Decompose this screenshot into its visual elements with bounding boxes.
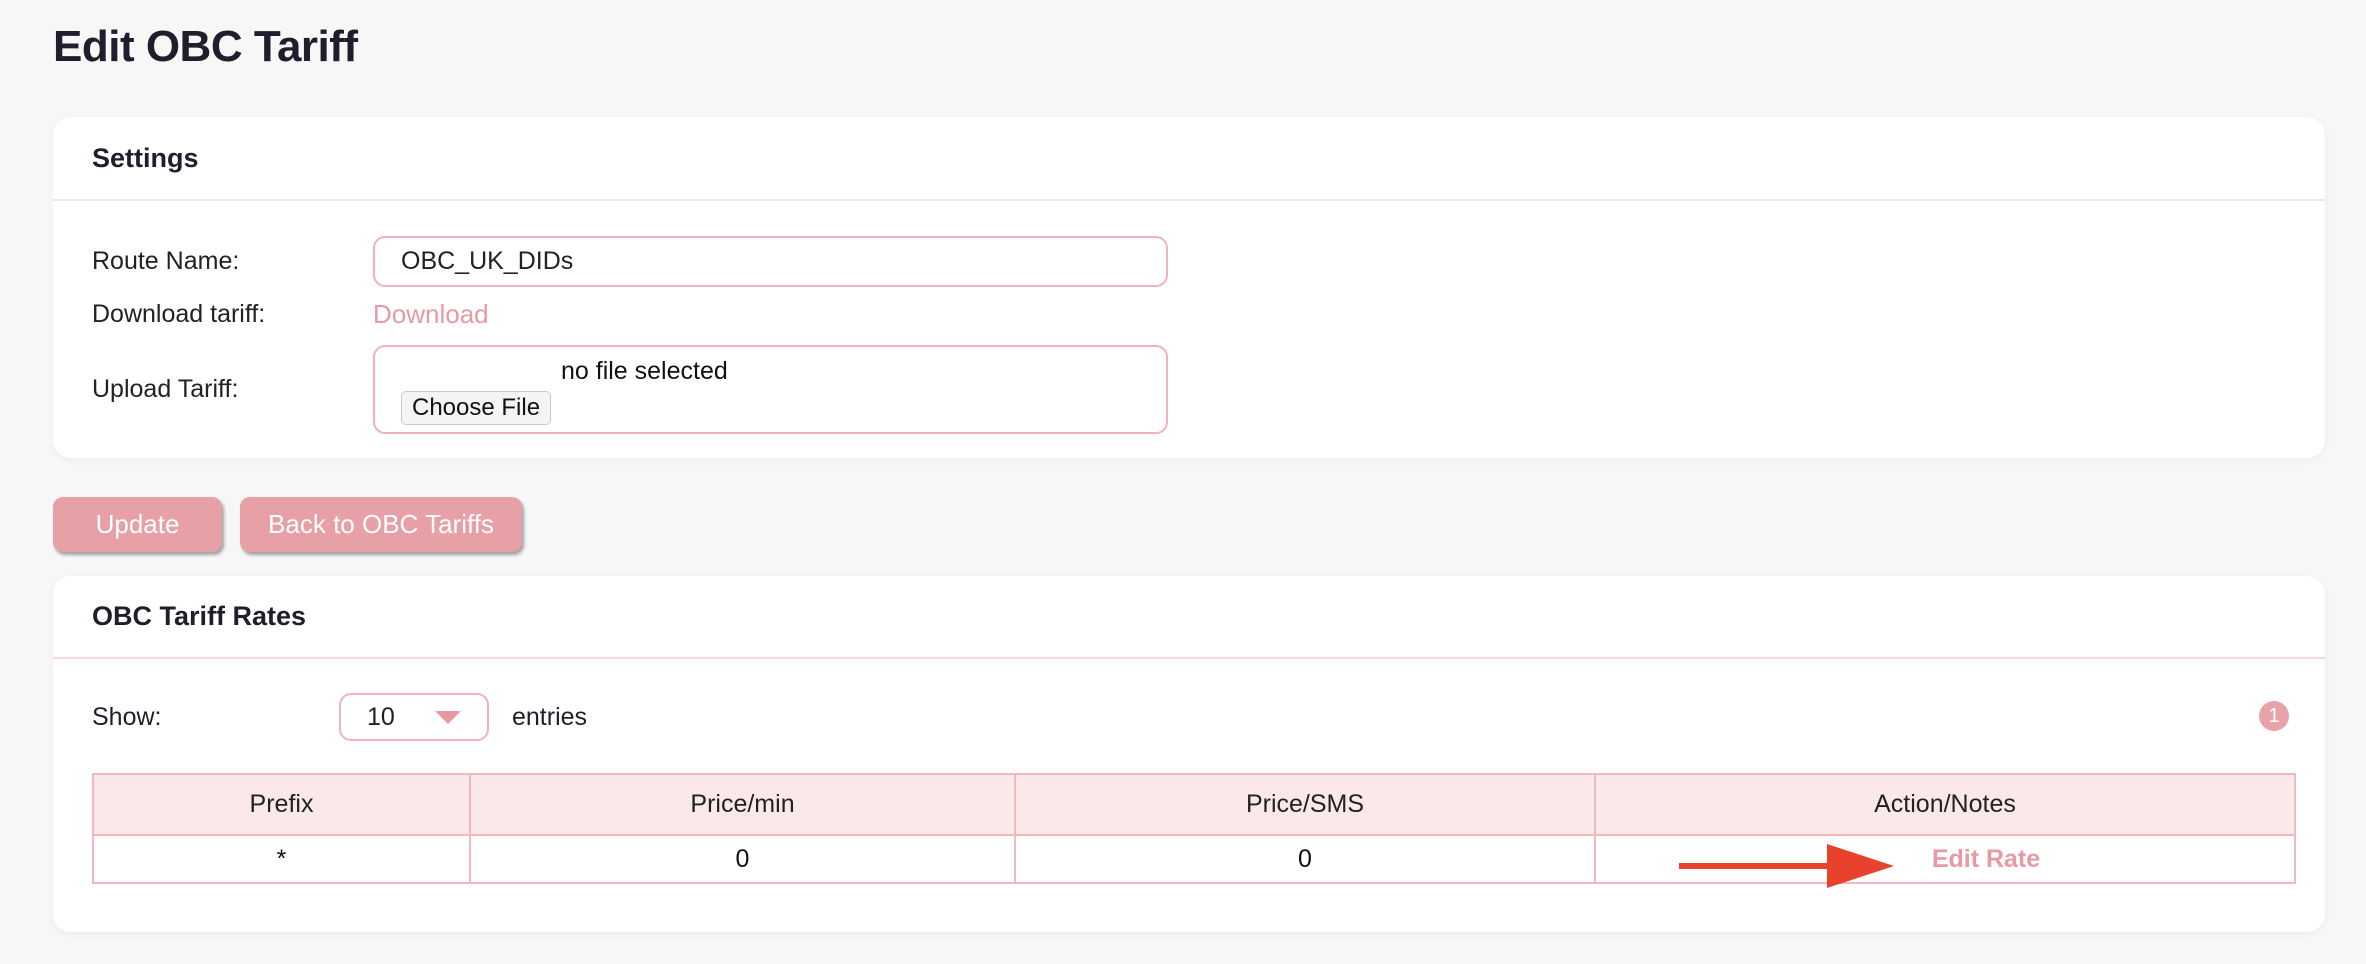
- table-row: * 0 0 Edit Rate: [92, 834, 2296, 888]
- caret-down-icon: [435, 711, 461, 724]
- column-header-price-sms[interactable]: Price/SMS: [1014, 773, 1596, 836]
- edit-rate-link[interactable]: Edit Rate: [1932, 845, 2040, 873]
- settings-card: Settings Route Name: Download tariff: Do…: [53, 117, 2325, 458]
- page-size-select[interactable]: 10: [339, 693, 489, 741]
- rates-header: OBC Tariff Rates: [53, 576, 2325, 659]
- download-tariff-label: Download tariff:: [92, 299, 266, 328]
- upload-row: Upload Tariff: no file selected Choose F…: [92, 345, 1168, 434]
- upload-tariff-label: Upload Tariff:: [92, 375, 239, 403]
- cell-price-sms: 0: [1014, 834, 1596, 884]
- settings-header: Settings: [53, 117, 2325, 201]
- rates-card: OBC Tariff Rates Show: 10 entries 1 Pref…: [53, 576, 2325, 932]
- page-title: Edit OBC Tariff: [53, 22, 358, 71]
- route-name-row: Route Name:: [92, 236, 1168, 287]
- rates-table: Prefix Price/min Price/SMS Action/Notes …: [92, 773, 2296, 888]
- pagination-page-1[interactable]: 1: [2259, 701, 2289, 731]
- update-button[interactable]: Update: [53, 497, 222, 552]
- show-entries-control: Show: 10 entries: [92, 693, 587, 741]
- column-header-action-notes[interactable]: Action/Notes: [1594, 773, 2296, 836]
- download-link[interactable]: Download: [373, 299, 489, 330]
- route-name-label: Route Name:: [92, 247, 240, 275]
- choose-file-button[interactable]: Choose File: [401, 391, 552, 425]
- download-row: Download tariff: Download: [92, 294, 489, 334]
- cell-price-min: 0: [469, 834, 1016, 884]
- file-upload-field[interactable]: no file selected Choose File: [373, 345, 1168, 434]
- column-header-prefix[interactable]: Prefix: [92, 773, 471, 836]
- route-name-input[interactable]: [373, 236, 1168, 287]
- cell-prefix: *: [92, 834, 471, 884]
- entries-label: entries: [512, 702, 588, 731]
- arrow-right-icon: [1679, 844, 1894, 888]
- cell-action: Edit Rate: [1594, 834, 2296, 888]
- column-header-price-min[interactable]: Price/min: [469, 773, 1016, 836]
- back-to-tariffs-button[interactable]: Back to OBC Tariffs: [240, 497, 522, 552]
- show-label: Show:: [92, 702, 162, 731]
- page-size-value: 10: [367, 702, 395, 731]
- file-status-text: no file selected: [561, 357, 728, 385]
- table-header-row: Prefix Price/min Price/SMS Action/Notes: [92, 773, 2296, 836]
